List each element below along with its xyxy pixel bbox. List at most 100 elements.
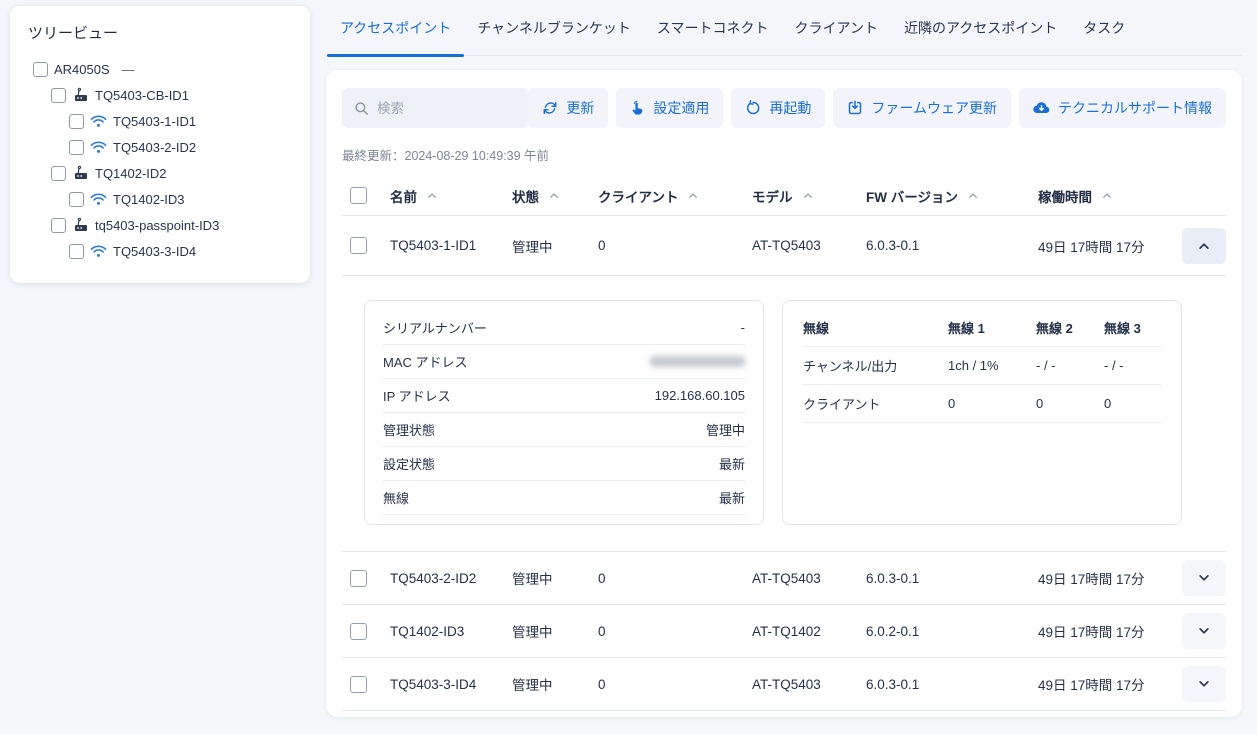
detail-value: 管理中 bbox=[706, 420, 745, 439]
expand-row-button[interactable] bbox=[1182, 613, 1226, 649]
last-updated-text: 最終更新：2024-08-29 10:49:39 午前 bbox=[342, 145, 1226, 164]
tree-checkbox[interactable] bbox=[51, 218, 66, 233]
expand-row-button[interactable] bbox=[1182, 666, 1226, 702]
firmware-update-button-label: ファームウェア更新 bbox=[871, 98, 997, 118]
cell-status: 管理中 bbox=[512, 621, 598, 641]
tree-checkbox[interactable] bbox=[69, 192, 84, 207]
chevron-down-icon bbox=[1198, 574, 1210, 582]
tree-checkbox[interactable] bbox=[33, 62, 48, 77]
cell-model: AT-TQ5403 bbox=[752, 571, 866, 586]
column-header-clients[interactable]: クライアント bbox=[598, 186, 752, 206]
detail-value: - bbox=[741, 320, 745, 335]
detail-field: 無線 最新 bbox=[383, 481, 745, 515]
restart-icon bbox=[745, 100, 761, 116]
cell-uptime: 49日 17時間 17分 bbox=[1038, 621, 1170, 641]
detail-label: MAC アドレス bbox=[383, 352, 468, 371]
row-checkbox[interactable] bbox=[350, 237, 367, 254]
wifi-icon bbox=[90, 113, 107, 130]
sort-caret-icon bbox=[549, 192, 559, 199]
tab-clients[interactable]: クライアント bbox=[782, 0, 891, 55]
tree-node-label: TQ1402-ID3 bbox=[113, 192, 185, 207]
tree-checkbox[interactable] bbox=[69, 114, 84, 129]
cell-fw-version: 6.0.3-0.1 bbox=[866, 238, 1038, 253]
search-box bbox=[342, 88, 528, 128]
detail-value: 192.168.60.105 bbox=[655, 388, 745, 403]
detail-value: 最新 bbox=[719, 454, 745, 473]
column-header-fw-version[interactable]: FW バージョン bbox=[866, 186, 1038, 206]
hand-pointer-icon bbox=[630, 100, 645, 116]
tree-node-tq1402-id2: TQ1402-ID2 bbox=[28, 160, 300, 186]
tree-node-tq1402-id3: TQ1402-ID3 bbox=[28, 186, 300, 212]
tree-node-label: AR4050S bbox=[54, 62, 110, 77]
wifi-icon bbox=[90, 243, 107, 260]
select-all-checkbox[interactable] bbox=[350, 187, 367, 204]
refresh-icon bbox=[542, 100, 558, 116]
tab-smart-connect[interactable]: スマートコネクト bbox=[644, 0, 782, 55]
row-checkbox[interactable] bbox=[350, 623, 367, 640]
chevron-down-icon bbox=[1198, 627, 1210, 635]
cell-status: 管理中 bbox=[512, 236, 598, 256]
reboot-button[interactable]: 再起動 bbox=[731, 88, 825, 128]
tree-node-tq5403-passpoint-id3: tq5403-passpoint-ID3 bbox=[28, 212, 300, 238]
row-checkbox[interactable] bbox=[350, 676, 367, 693]
tree-collapse-toggle[interactable]: — bbox=[122, 62, 135, 77]
detail-label: シリアルナンバー bbox=[383, 318, 487, 337]
action-buttons: 更新 設定適用 再起動 ファームウェア更新 bbox=[528, 88, 1226, 128]
tech-support-button[interactable]: テクニカルサポート情報 bbox=[1019, 88, 1226, 128]
chevron-down-icon bbox=[1198, 680, 1210, 688]
sort-caret-icon bbox=[688, 192, 698, 199]
access-point-icon bbox=[72, 217, 89, 234]
cell-clients: 0 bbox=[598, 677, 752, 692]
toolbar: 更新 設定適用 再起動 ファームウェア更新 bbox=[342, 88, 1226, 128]
tab-channel-blanket[interactable]: チャンネルブランケット bbox=[464, 0, 644, 55]
tree-node-label: TQ5403-1-ID1 bbox=[113, 114, 196, 129]
tree-checkbox[interactable] bbox=[51, 166, 66, 181]
detail-field: MAC アドレス bbox=[383, 345, 745, 379]
apply-config-button[interactable]: 設定適用 bbox=[616, 88, 723, 128]
tech-support-button-label: テクニカルサポート情報 bbox=[1058, 98, 1212, 118]
detail-label: 無線 bbox=[383, 488, 409, 507]
expand-row-button[interactable] bbox=[1182, 560, 1226, 596]
column-header-uptime[interactable]: 稼働時間 bbox=[1038, 186, 1170, 206]
tab-tasks[interactable]: タスク bbox=[1070, 0, 1138, 55]
tab-access-points[interactable]: アクセスポイント bbox=[327, 0, 464, 55]
tree-node-label: tq5403-passpoint-ID3 bbox=[95, 218, 219, 233]
access-point-icon bbox=[72, 87, 89, 104]
tree-node-tq5403-1-id1: TQ5403-1-ID1 bbox=[28, 108, 300, 134]
sort-caret-icon bbox=[1102, 192, 1112, 199]
tree-checkbox[interactable] bbox=[69, 140, 84, 155]
sort-caret-icon bbox=[427, 192, 437, 199]
detail-field: 管理状態 管理中 bbox=[383, 413, 745, 447]
collapse-row-button[interactable] bbox=[1182, 228, 1226, 264]
search-input[interactable] bbox=[377, 101, 516, 116]
detail-field: 設定状態 最新 bbox=[383, 447, 745, 481]
table-row: TQ5403-2-ID2 管理中 0 AT-TQ5403 6.0.3-0.1 4… bbox=[342, 552, 1226, 605]
table-row: TQ1402-ID3 管理中 0 AT-TQ1402 6.0.2-0.1 49日… bbox=[342, 605, 1226, 658]
column-header-model[interactable]: モデル bbox=[752, 186, 866, 206]
detail-label: 管理状態 bbox=[383, 420, 435, 439]
tree-node-label: TQ1402-ID2 bbox=[95, 166, 167, 181]
cell-name: TQ5403-3-ID4 bbox=[390, 677, 512, 692]
column-header-name[interactable]: 名前 bbox=[390, 186, 512, 206]
tree-checkbox[interactable] bbox=[69, 244, 84, 259]
cell-fw-version: 6.0.3-0.1 bbox=[866, 571, 1038, 586]
cloud-download-icon bbox=[1033, 101, 1050, 115]
row-checkbox[interactable] bbox=[350, 570, 367, 587]
tab-neighbor-access-points[interactable]: 近隣のアクセスポイント bbox=[891, 0, 1070, 55]
column-header-status[interactable]: 状態 bbox=[512, 186, 598, 206]
cell-fw-version: 6.0.3-0.1 bbox=[866, 677, 1038, 692]
cell-status: 管理中 bbox=[512, 674, 598, 694]
firmware-update-button[interactable]: ファームウェア更新 bbox=[833, 88, 1011, 128]
tree-node-tq5403-3-id4: TQ5403-3-ID4 bbox=[28, 238, 300, 264]
cell-name: TQ5403-1-ID1 bbox=[390, 238, 512, 253]
firmware-download-icon bbox=[847, 100, 863, 116]
tree-node-label: TQ5403-3-ID4 bbox=[113, 244, 196, 259]
refresh-button[interactable]: 更新 bbox=[528, 88, 608, 128]
radio-table-row: クライアント 0 0 0 bbox=[803, 385, 1161, 423]
wifi-icon bbox=[90, 191, 107, 208]
access-point-icon bbox=[72, 165, 89, 182]
cell-model: AT-TQ5403 bbox=[752, 238, 866, 253]
cell-clients: 0 bbox=[598, 571, 752, 586]
tree-checkbox[interactable] bbox=[51, 88, 66, 103]
tab-bar: アクセスポイント チャンネルブランケット スマートコネクト クライアント 近隣の… bbox=[326, 0, 1242, 56]
